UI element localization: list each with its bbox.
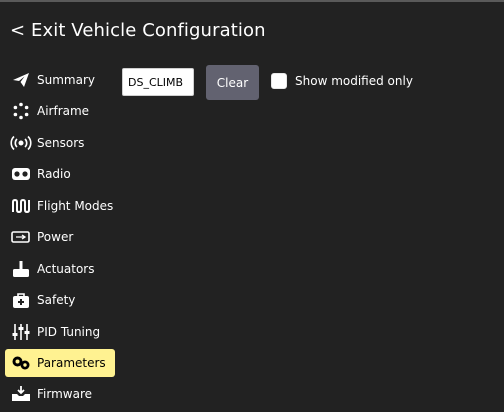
sidebar-item-label: Safety (37, 293, 76, 307)
sidebar-item-flight-modes[interactable]: Flight Modes (5, 192, 115, 220)
battery-icon (10, 228, 32, 246)
sidebar-item-label: Radio (37, 167, 71, 181)
checkbox-box[interactable] (271, 73, 287, 89)
sidebar-item-power[interactable]: Power (5, 223, 115, 251)
waveform-icon (10, 197, 32, 215)
parameters-panel: Clear Show modified only (118, 58, 504, 412)
show-modified-only-label: Show modified only (295, 74, 413, 88)
sidebar-item-parameters[interactable]: Parameters (5, 349, 115, 377)
clear-button[interactable]: Clear (206, 65, 259, 100)
sidebar-item-safety[interactable]: Safety (5, 286, 115, 314)
sidebar-item-actuators[interactable]: Actuators (5, 255, 115, 283)
sidebar-item-sensors[interactable]: Sensors (5, 129, 115, 157)
sidebar-item-firmware[interactable]: Firmware (5, 380, 115, 408)
sidebar-item-label: Sensors (37, 136, 85, 150)
sidebar-item-label: Summary (37, 73, 95, 87)
sidebar-item-pid-tuning[interactable]: PID Tuning (5, 318, 115, 346)
sidebar-item-label: Airframe (37, 104, 90, 118)
first-aid-icon (10, 291, 32, 309)
actuator-icon (10, 260, 32, 278)
radio-controller-icon (10, 165, 32, 183)
show-modified-only-checkbox[interactable]: Show modified only (271, 73, 413, 89)
vehicle-config-window: < Exit Vehicle Configuration Summary Air… (0, 0, 504, 412)
header-bar: < Exit Vehicle Configuration (0, 2, 504, 58)
sidebar-item-summary[interactable]: Summary (5, 66, 115, 94)
airframe-dots-icon (10, 102, 32, 120)
sidebar-item-label: Flight Modes (37, 199, 114, 213)
firmware-download-icon (10, 385, 32, 403)
sidebar-item-airframe[interactable]: Airframe (5, 97, 115, 125)
exit-vehicle-configuration-button[interactable]: < Exit Vehicle Configuration (10, 20, 266, 41)
sidebar-item-label: Parameters (37, 356, 106, 370)
gears-icon (10, 354, 32, 372)
sidebar-item-label: PID Tuning (37, 325, 101, 339)
sidebar-item-label: Power (37, 230, 74, 244)
sidebar-item-label: Actuators (37, 262, 95, 276)
radio-waves-icon (10, 134, 32, 152)
sidebar-item-radio[interactable]: Radio (5, 160, 115, 188)
sidebar: Summary Airframe Sensors Radio Flight Mo… (0, 58, 118, 412)
sliders-icon (10, 323, 32, 341)
paper-plane-icon (10, 71, 32, 89)
parameter-search-input[interactable] (122, 68, 194, 96)
sidebar-item-label: Firmware (37, 387, 92, 401)
